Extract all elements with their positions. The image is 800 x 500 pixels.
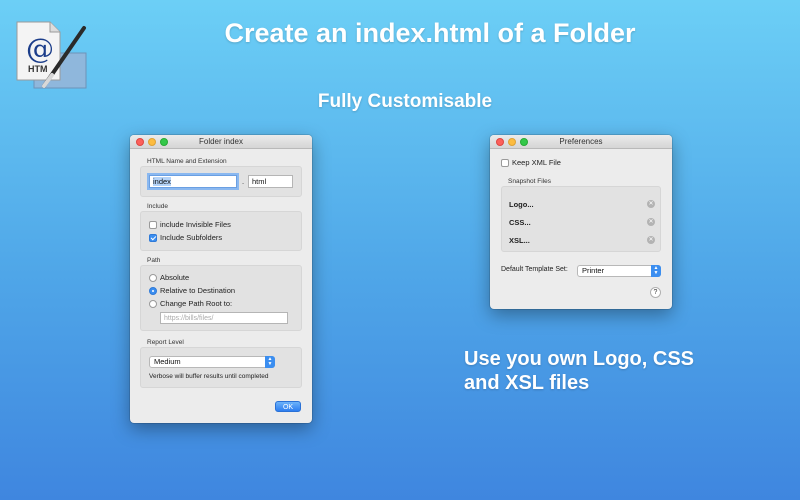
extension-separator: . — [242, 177, 245, 186]
preferences-titlebar[interactable]: Preferences — [490, 135, 672, 149]
minimize-button[interactable] — [148, 138, 156, 146]
snapshot-css-button[interactable]: CSS... — [509, 218, 531, 227]
include-invisible-checkbox-row[interactable]: include Invisible Files — [149, 220, 231, 229]
keep-xml-label: Keep XML File — [512, 158, 561, 167]
template-set-value: Printer — [582, 266, 605, 275]
popup-arrows-icon: ▲ ▼ — [265, 356, 275, 368]
feature-caption-line-1: Use you own Logo, CSS — [464, 348, 695, 370]
html-extension-field[interactable]: html — [248, 175, 293, 188]
path-relative-radio[interactable] — [149, 286, 157, 295]
template-set-popup[interactable]: Printer ▲ ▼ — [577, 265, 661, 277]
keep-xml-checkbox[interactable] — [501, 158, 509, 167]
window-controls — [496, 138, 528, 146]
path-absolute-radio[interactable] — [149, 273, 157, 282]
clear-css-icon[interactable]: ✕ — [647, 218, 655, 226]
path-change-root-label: Change Path Root to: — [160, 299, 233, 308]
path-absolute-row[interactable]: Absolute — [149, 273, 189, 282]
zoom-button[interactable] — [160, 138, 168, 146]
close-button[interactable] — [136, 138, 144, 146]
html-extension-value: html — [252, 177, 267, 186]
preferences-window: Preferences Keep XML File Snapshot Files… — [490, 135, 672, 309]
path-relative-row[interactable]: Relative to Destination — [149, 286, 235, 295]
include-group — [140, 211, 302, 251]
window-title: Folder index — [198, 137, 244, 146]
html-section-label: HTML Name and Extension — [147, 158, 227, 165]
zoom-button[interactable] — [520, 138, 528, 146]
clear-xsl-icon[interactable]: ✕ — [647, 236, 655, 244]
keep-xml-row[interactable]: Keep XML File — [501, 158, 561, 167]
path-root-field[interactable]: https://bills/files/ — [160, 312, 288, 324]
hero-title: Create an index.html of a Folder — [224, 18, 636, 48]
report-level-value: Medium — [154, 357, 181, 366]
include-section-label: Include — [147, 203, 168, 210]
path-relative-label: Relative to Destination — [160, 286, 236, 295]
include-subfolders-checkbox-row[interactable]: Include Subfolders — [149, 233, 222, 242]
popup-arrows-icon: ▲ ▼ — [651, 265, 661, 277]
include-subfolders-label: Include Subfolders — [160, 233, 223, 242]
report-level-note: Verbose will buffer results until comple… — [149, 373, 269, 380]
ok-button[interactable]: OK — [275, 401, 301, 412]
path-absolute-label: Absolute — [160, 273, 190, 282]
snapshot-logo-button[interactable]: Logo... — [509, 200, 534, 209]
path-section-label: Path — [147, 257, 161, 264]
html-name-field[interactable]: index — [149, 175, 237, 188]
path-change-root-row[interactable]: Change Path Root to: — [149, 299, 232, 308]
folder-index-titlebar[interactable]: Folder index — [130, 135, 312, 149]
include-invisible-label: include Invisible Files — [160, 220, 231, 229]
include-subfolders-checkbox[interactable] — [149, 233, 157, 242]
snapshot-xsl-button[interactable]: XSL... — [509, 236, 530, 245]
folder-index-window: Folder index HTML Name and Extension ind… — [130, 135, 312, 423]
path-change-root-radio[interactable] — [149, 299, 157, 308]
minimize-button[interactable] — [508, 138, 516, 146]
window-controls — [136, 138, 168, 146]
close-button[interactable] — [496, 138, 504, 146]
report-level-popup[interactable]: Medium ▲ ▼ — [149, 356, 275, 368]
clear-logo-icon[interactable]: ✕ — [647, 200, 655, 208]
window-title: Preferences — [559, 137, 603, 146]
default-template-label: Default Template Set: — [501, 266, 568, 273]
feature-caption: Use you own Logo, CSS and XSL files — [464, 347, 764, 395]
path-root-placeholder: https://bills/files/ — [164, 315, 214, 322]
snapshot-files-label: Snapshot Files — [508, 178, 551, 185]
include-invisible-checkbox[interactable] — [149, 220, 157, 229]
html-name-value: index — [153, 177, 171, 186]
feature-caption-line-2: and XSL files — [464, 372, 590, 394]
hero-subtitle: Fully Customisable — [317, 91, 493, 112]
app-icon-label: HTM — [28, 64, 48, 74]
help-icon[interactable]: ? — [650, 287, 661, 298]
report-level-label: Report Level — [147, 339, 184, 346]
